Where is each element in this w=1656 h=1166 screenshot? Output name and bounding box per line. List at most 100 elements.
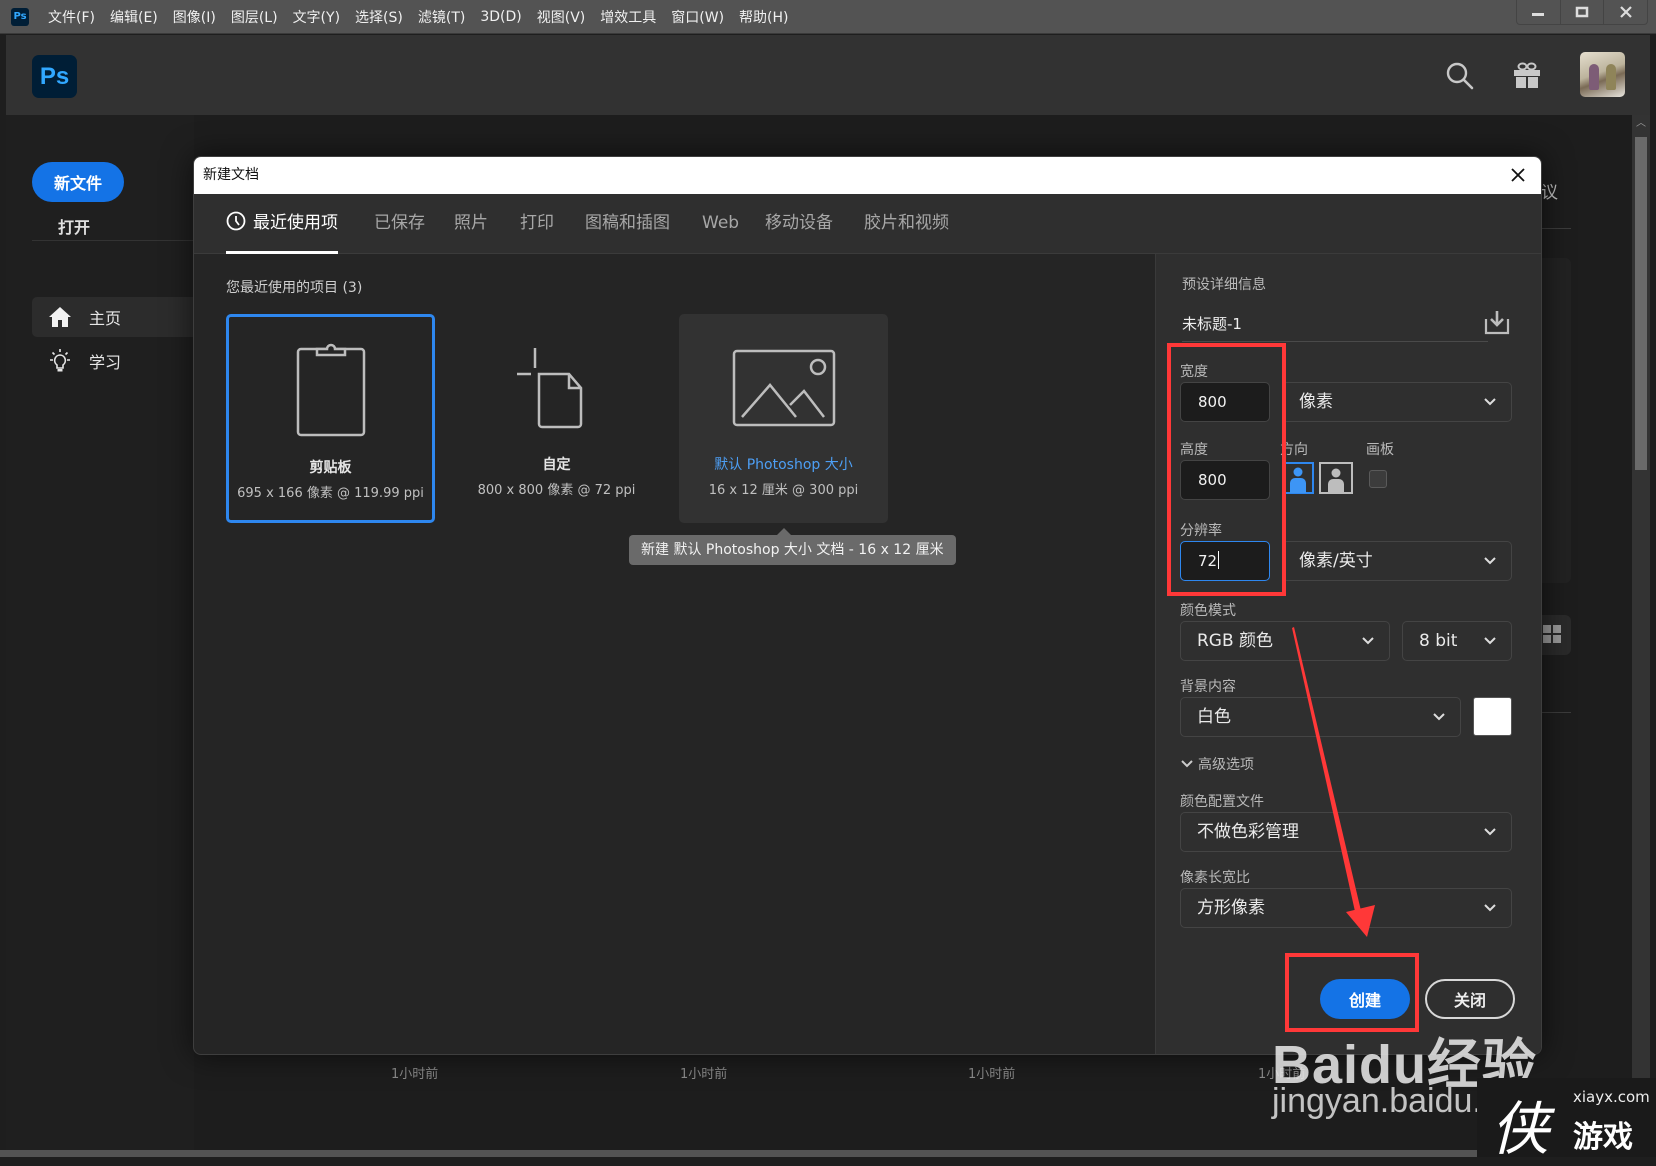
color-profile-select[interactable]: 不做色彩管理: [1180, 812, 1512, 852]
sidebar-item-label: 学习: [89, 353, 122, 372]
preset-tooltip: 新建 默认 Photoshop 大小 文档 - 16 x 12 厘米: [629, 528, 956, 565]
open-button[interactable]: 打开: [58, 214, 90, 238]
portrait-orientation-button[interactable]: [1282, 462, 1314, 494]
close-window-button[interactable]: [1604, 0, 1647, 24]
xia-logo: 侠: [1491, 1095, 1550, 1163]
xiayx-watermark: 侠 xiayx.com 游戏: [1477, 1078, 1656, 1163]
file-time: 1小时前: [968, 1067, 1016, 1082]
pixel-aspect-select[interactable]: 方形像素: [1180, 888, 1512, 928]
menu-layer[interactable]: 图层(L): [231, 7, 278, 27]
maximize-icon: [1575, 6, 1589, 18]
pixel-aspect-label: 像素长宽比: [1180, 870, 1250, 886]
select-value: 像素: [1299, 392, 1333, 412]
xia-domain: xiayx.com: [1573, 1088, 1650, 1106]
artboard-label: 画板: [1366, 442, 1394, 458]
bit-depth-select[interactable]: 8 bit: [1402, 621, 1512, 661]
tab-film-video[interactable]: 胶片和视频: [864, 194, 949, 254]
menu-file[interactable]: 文件(F): [48, 7, 95, 27]
minimize-button[interactable]: [1517, 0, 1561, 24]
tab-recent[interactable]: 最近使用项: [226, 194, 338, 254]
preset-name: 自定: [542, 457, 571, 473]
home-sidebar: 新文件 打开 主页 学习: [6, 115, 202, 1150]
suggestion-card: [1541, 258, 1571, 583]
sidebar-item-learn[interactable]: 学习: [32, 341, 202, 381]
menu-3d[interactable]: 3D(D): [480, 9, 521, 25]
file-time: 1小时前: [391, 1067, 439, 1082]
background-color-swatch[interactable]: [1473, 697, 1512, 736]
menu-help[interactable]: 帮助(H): [739, 7, 788, 27]
select-value: RGB 颜色: [1197, 631, 1274, 651]
width-unit-select[interactable]: 像素: [1282, 382, 1512, 422]
select-value: 白色: [1197, 707, 1231, 727]
preset-name: 默认 Photoshop 大小: [714, 457, 853, 473]
select-value: 不做色彩管理: [1197, 822, 1299, 842]
menu-window[interactable]: 窗口(W): [671, 7, 724, 27]
file-time: 1小时前: [680, 1067, 728, 1082]
app-icon: Ps: [11, 8, 29, 26]
dialog-close-button[interactable]: [1507, 164, 1529, 186]
menu-filter[interactable]: 滤镜(T): [418, 7, 465, 27]
select-value: 像素/英寸: [1299, 551, 1373, 571]
user-avatar[interactable]: [1580, 52, 1625, 97]
background-select[interactable]: 白色: [1180, 697, 1461, 737]
landscape-orientation-button[interactable]: [1319, 462, 1353, 494]
document-name-input[interactable]: 未标题-1: [1182, 313, 1242, 334]
divider: [1541, 712, 1571, 713]
image-icon: [732, 349, 835, 427]
resolution-unit-select[interactable]: 像素/英寸: [1282, 541, 1512, 581]
new-document-dialog: 新建文档 最近使用项 已保存 照片 打印 图稿和插图 Web 移动设备 胶片和视…: [193, 156, 1542, 1055]
scrollbar-thumb[interactable]: [1635, 137, 1647, 470]
details-heading: 预设详细信息: [1182, 277, 1266, 293]
preset-desc: 695 x 166 像素 @ 119.99 ppi: [237, 486, 424, 501]
advanced-options-toggle[interactable]: 高级选项: [1180, 754, 1254, 774]
search-icon[interactable]: [1443, 59, 1477, 93]
preset-desc: 16 x 12 厘米 @ 300 ppi: [708, 483, 859, 498]
tab-web[interactable]: Web: [702, 194, 739, 254]
app-header: Ps: [6, 35, 1650, 115]
artboard-checkbox[interactable]: [1369, 470, 1387, 488]
window-controls: [1516, 0, 1648, 25]
menu-select[interactable]: 选择(S): [355, 7, 403, 27]
tab-art-illustration[interactable]: 图稿和插图: [585, 194, 670, 254]
clock-icon: [226, 211, 246, 231]
color-profile-label: 颜色配置文件: [1180, 794, 1264, 810]
recent-items-heading: 您最近使用的项目 (3): [226, 280, 363, 296]
color-mode-label: 颜色模式: [1180, 603, 1236, 619]
preset-name: 剪贴板: [309, 460, 352, 476]
gift-icon[interactable]: [1510, 59, 1544, 93]
menu-edit[interactable]: 编辑(E): [110, 7, 158, 27]
maximize-button[interactable]: [1561, 0, 1605, 24]
menu-list: 文件(F) 编辑(E) 图像(I) 图层(L) 文字(Y) 选择(S) 滤镜(T…: [48, 0, 804, 34]
menu-plugins[interactable]: 增效工具: [600, 7, 656, 27]
tab-saved[interactable]: 已保存: [374, 194, 425, 254]
preset-default-photoshop[interactable]: 默认 Photoshop 大小 16 x 12 厘米 @ 300 ppi: [679, 314, 888, 523]
preset-custom[interactable]: 自定 800 x 800 像素 @ 72 ppi: [452, 314, 661, 523]
lightbulb-icon: [50, 349, 70, 372]
chevron-down-icon: [1362, 637, 1374, 645]
menu-image[interactable]: 图像(I): [173, 7, 216, 27]
chevron-down-icon: [1484, 637, 1496, 645]
dialog-title: 新建文档: [194, 157, 1541, 194]
new-file-button[interactable]: 新文件: [32, 162, 124, 202]
chevron-down-icon: [1484, 557, 1496, 565]
preset-clipboard[interactable]: 剪贴板 695 x 166 像素 @ 119.99 ppi: [226, 314, 435, 523]
home-icon: [49, 307, 71, 327]
suggestions-heading: 议: [1541, 183, 1558, 203]
avatar-figure: [1606, 64, 1616, 90]
save-preset-icon[interactable]: [1483, 308, 1511, 336]
scroll-up-icon[interactable]: ︿: [1632, 115, 1650, 133]
menu-view[interactable]: 视图(V): [537, 7, 586, 27]
vertical-scrollbar[interactable]: ︿: [1632, 115, 1650, 1150]
sidebar-item-home[interactable]: 主页: [32, 297, 202, 337]
new-document-icon: [516, 348, 582, 429]
close-button[interactable]: 关闭: [1425, 979, 1515, 1019]
chevron-down-icon: [1181, 760, 1193, 768]
tab-mobile[interactable]: 移动设备: [765, 194, 833, 254]
menu-type[interactable]: 文字(Y): [293, 7, 340, 27]
color-mode-select[interactable]: RGB 颜色: [1180, 621, 1390, 661]
tab-print[interactable]: 打印: [520, 194, 554, 254]
minimize-icon: [1532, 13, 1545, 16]
advanced-label: 高级选项: [1198, 757, 1254, 773]
tab-photo[interactable]: 照片: [454, 194, 488, 254]
grid-view-button[interactable]: [1541, 615, 1571, 655]
